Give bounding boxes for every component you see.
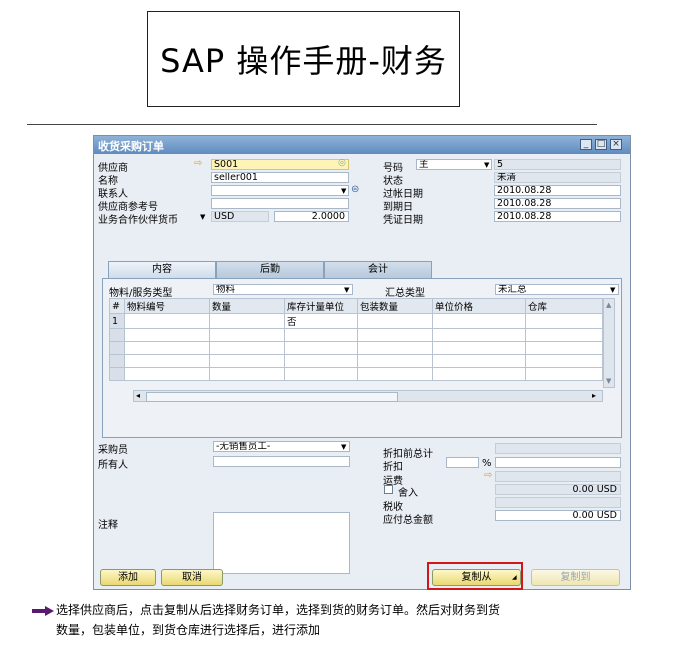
window-titlebar[interactable]: 收货采购订单 _ □ × bbox=[94, 136, 630, 154]
column-header[interactable]: 库存计量单位 bbox=[284, 298, 358, 314]
caption-line: 数量，包装单位，到货仓库进行选择后，进行添加 bbox=[56, 623, 321, 637]
summary-type-label: 汇总类型 bbox=[385, 288, 425, 299]
table-header-row: # 物料编号 数量 库存计量单位 包装数量 单位价格 仓库 bbox=[109, 298, 603, 314]
percent-sign: % bbox=[482, 458, 492, 469]
doc-number-field: 5 bbox=[494, 159, 621, 170]
document-title-box: SAP 操作手册-财务 bbox=[147, 11, 460, 107]
highlight-box bbox=[427, 562, 523, 590]
total-label: 应付总金额 bbox=[383, 515, 433, 526]
purchase-receipt-window: 收货采购订单 _ □ × 供应商 ⇨ S001 ◎ 名称 seller001 联… bbox=[93, 135, 631, 590]
buyer-label: 采购员 bbox=[98, 445, 128, 456]
tab-accounting[interactable]: 会计 bbox=[324, 261, 432, 279]
name-field[interactable]: seller001 bbox=[211, 172, 349, 183]
table-row[interactable] bbox=[109, 341, 603, 355]
owner-label: 所有人 bbox=[98, 460, 128, 471]
scroll-down-icon[interactable]: ▼ bbox=[606, 377, 611, 385]
summary-type-dropdown[interactable]: 未汇总 bbox=[495, 284, 619, 295]
close-icon[interactable]: × bbox=[610, 139, 622, 150]
discount-amount-field[interactable] bbox=[495, 457, 621, 468]
link-arrow-icon[interactable]: ⇨ bbox=[194, 158, 202, 169]
chevron-down-icon[interactable]: ▼ bbox=[341, 187, 346, 195]
caption-line: 选择供应商后，点击复制从后选择财务订单，选择到货的财务订单。然后对财务到货 bbox=[56, 603, 501, 617]
add-button[interactable]: 添加 bbox=[100, 569, 156, 586]
chevron-down-icon[interactable]: ▼ bbox=[344, 286, 349, 294]
lookup-icon[interactable]: ◎ bbox=[338, 158, 346, 168]
total-field: 0.00 USD bbox=[495, 510, 621, 521]
series-dropdown[interactable]: 主 bbox=[416, 159, 492, 170]
column-header[interactable]: 包装数量 bbox=[357, 298, 433, 314]
rounding-field: 0.00 USD bbox=[495, 484, 621, 495]
scroll-left-icon[interactable]: ◂ bbox=[136, 391, 140, 400]
remarks-label: 注释 bbox=[98, 520, 118, 531]
freight-field bbox=[495, 471, 621, 482]
chevron-down-icon[interactable]: ▼ bbox=[484, 161, 489, 169]
copy-to-button: 复制到 bbox=[531, 569, 620, 586]
item-type-label: 物料/服务类型 bbox=[109, 288, 173, 299]
column-header[interactable]: 单位价格 bbox=[432, 298, 526, 314]
items-table[interactable]: # 物料编号 数量 库存计量单位 包装数量 单位价格 仓库 1 否 bbox=[109, 298, 603, 381]
column-header[interactable]: 仓库 bbox=[525, 298, 603, 314]
doc-date-field[interactable]: 2010.08.28 bbox=[494, 211, 621, 222]
maximize-icon[interactable]: □ bbox=[595, 139, 607, 150]
before-discount-field bbox=[495, 443, 621, 454]
vendor-field[interactable]: S001 bbox=[211, 159, 349, 170]
scroll-right-icon[interactable]: ▸ bbox=[592, 391, 596, 400]
posting-date-field[interactable]: 2010.08.28 bbox=[494, 185, 621, 196]
tab-logistics[interactable]: 后勤 bbox=[216, 261, 324, 279]
contact-details-icon[interactable]: ⊜ bbox=[351, 184, 359, 195]
exchange-rate-field[interactable]: 2.0000 bbox=[274, 211, 349, 222]
table-row[interactable] bbox=[109, 354, 603, 368]
minimize-icon[interactable]: _ bbox=[580, 139, 592, 150]
vertical-scrollbar[interactable]: ▲ ▼ bbox=[603, 298, 615, 388]
currency-code-field: USD bbox=[211, 211, 269, 222]
table-row[interactable]: 1 否 bbox=[109, 313, 603, 329]
table-row[interactable] bbox=[109, 367, 603, 381]
chevron-down-icon[interactable]: ▼ bbox=[610, 286, 615, 294]
rounding-checkbox[interactable] bbox=[384, 485, 393, 494]
document-title: SAP 操作手册-财务 bbox=[160, 42, 447, 80]
remarks-textarea[interactable] bbox=[213, 512, 350, 574]
tab-contents[interactable]: 内容 bbox=[108, 261, 216, 279]
tax-field bbox=[495, 497, 621, 508]
discount-percent-field[interactable] bbox=[446, 457, 479, 468]
buyer-dropdown[interactable]: -无销售员工- bbox=[213, 441, 350, 452]
rounding-label: 舍入 bbox=[398, 488, 418, 499]
scroll-up-icon[interactable]: ▲ bbox=[606, 301, 611, 309]
horizontal-scrollbar[interactable]: ◂ ▸ bbox=[133, 390, 603, 402]
cancel-button[interactable]: 取消 bbox=[161, 569, 223, 586]
discount-label: 折扣 bbox=[383, 462, 403, 473]
divider-line bbox=[27, 124, 597, 125]
item-type-dropdown[interactable]: 物料 bbox=[213, 284, 353, 295]
window-title: 收货采购订单 bbox=[98, 140, 164, 153]
due-date-field[interactable]: 2010.08.28 bbox=[494, 198, 621, 209]
instruction-caption: 选择供应商后，点击复制从后选择财务订单，选择到货的财务订单。然后对财务到货 数量… bbox=[32, 600, 632, 640]
owner-field[interactable] bbox=[213, 456, 350, 467]
vendor-ref-field[interactable] bbox=[211, 198, 349, 209]
column-header[interactable]: 物料编号 bbox=[124, 298, 210, 314]
link-arrow-icon[interactable]: ⇨ bbox=[484, 470, 492, 481]
scroll-thumb[interactable] bbox=[146, 392, 398, 402]
column-header[interactable]: 数量 bbox=[209, 298, 285, 314]
contact-dropdown[interactable] bbox=[211, 185, 349, 196]
contents-tab-panel: 物料/服务类型 物料 ▼ 汇总类型 未汇总 ▼ # 物料编号 数量 库存计量单位… bbox=[102, 278, 622, 438]
doc-date-label: 凭证日期 bbox=[383, 215, 423, 226]
chevron-down-icon[interactable]: ▼ bbox=[341, 443, 346, 451]
table-row[interactable] bbox=[109, 328, 603, 342]
status-field: 未清 bbox=[494, 172, 621, 183]
column-header[interactable]: # bbox=[109, 298, 125, 314]
currency-label: 业务合作伙伴货币 bbox=[98, 215, 178, 226]
chevron-down-icon[interactable]: ▼ bbox=[200, 213, 205, 221]
